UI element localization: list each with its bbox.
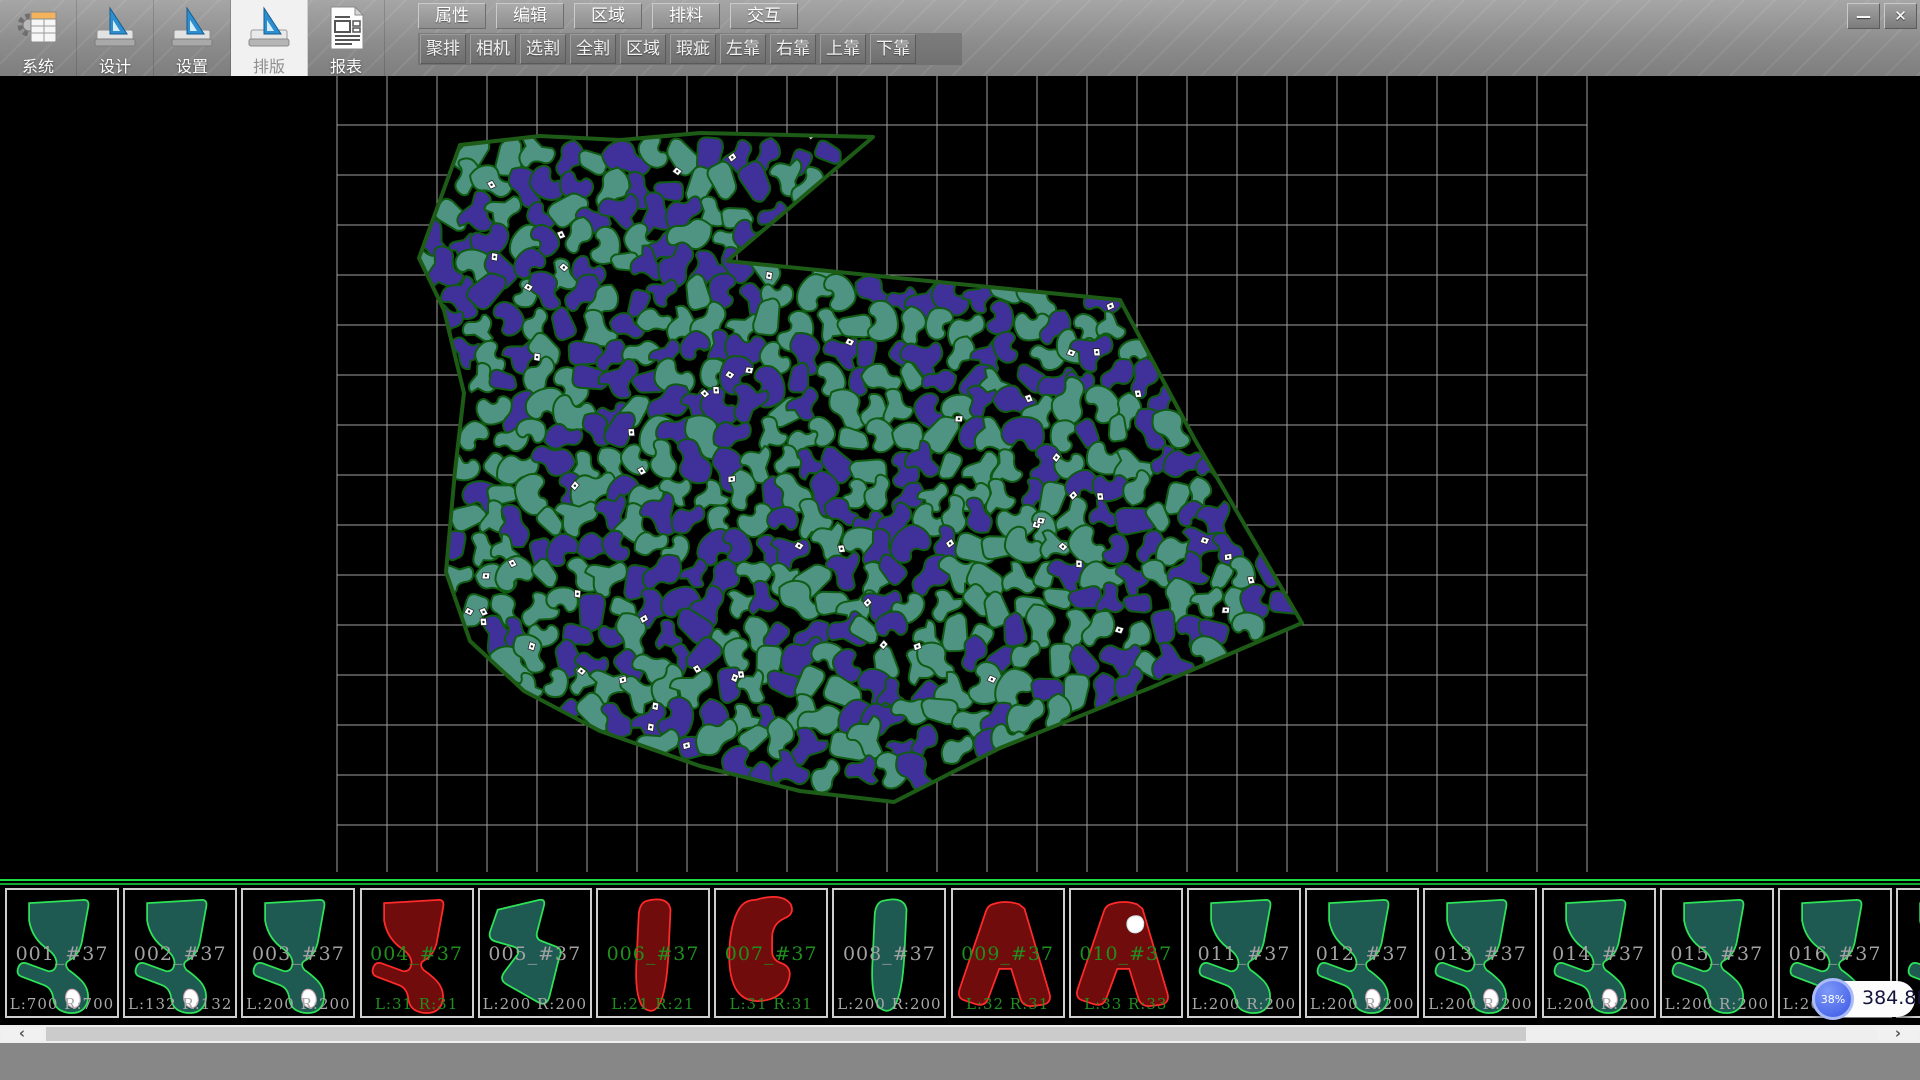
part-label: 002_#37 [125,943,235,965]
nesting-canvas[interactable] [0,76,1920,879]
nesting-ruler-icon [245,3,293,53]
report-doc-icon [322,3,370,53]
launcher-button-5[interactable]: 报表 [308,0,385,76]
part-lr-count: L:200 R:200 [243,995,353,1013]
tool-button-7[interactable]: 左靠 [720,34,766,64]
memory-status-badge: 38% 384.8M [1812,981,1915,1017]
close-button[interactable]: ✕ [1884,3,1917,29]
parts-tray: 001_#37 L:700 R:700 002_#37 L:132 R:132 003_… [0,879,1920,1025]
part-label: 011_#37 [1189,943,1299,965]
part-lr-count: L:31 R:31 [716,995,826,1013]
part-tile-14[interactable]: 014_#37 L:200 R:200 [1542,888,1656,1018]
launcher-button-group: 系统 设计 设置 排版 报表 [0,0,385,76]
scroll-right-button[interactable]: › [1877,1027,1919,1041]
progress-circle: 38% [1812,978,1854,1020]
tool-button-2[interactable]: 相机 [470,34,516,64]
nesting-app-window: 系统设计设置排版报表 属性编辑区域排料交互 聚排相机选割全割区域瑕疵左靠右靠上靠… [0,0,1920,1080]
horizontal-scrollbar[interactable]: ‹ › [0,1025,1920,1043]
memory-value: 384.8M [1862,981,1920,1017]
launcher-label: 报表 [330,53,362,77]
part-lr-count: L:132 R:132 [125,995,235,1013]
launcher-button-4[interactable]: 排版 [231,0,308,76]
part-tile-12[interactable]: 012_#37 L:200 R:200 [1305,888,1419,1018]
tool-button-row: 聚排相机选割全割区域瑕疵左靠右靠上靠下靠 [418,33,962,65]
minimize-button[interactable]: — [1847,3,1880,29]
part-label: 009_#37 [953,943,1063,965]
nesting-layout-drawing [0,76,1920,879]
part-label: 012_#37 [1307,943,1417,965]
part-tile-11[interactable]: 011_#37 L:200 R:200 [1187,888,1301,1018]
part-label: 007_#37 [716,943,826,965]
tool-button-9[interactable]: 上靠 [820,34,866,64]
launcher-label: 设计 [99,53,131,77]
menu-tab-3[interactable]: 区域 [574,3,642,29]
part-tile-3[interactable]: 003_#37 L:200 R:200 [241,888,355,1018]
part-label: 006_#37 [598,943,708,965]
part-tile-7[interactable]: 007_#37 L:31 R:31 [714,888,828,1018]
part-lr-count: L:200 R:200 [1307,995,1417,1013]
part-lr-count: L:200 R:200 [1425,995,1535,1013]
menu-tab-row: 属性编辑区域排料交互 [418,3,962,29]
part-lr-count: L:33 R:33 [1071,995,1181,1013]
part-label: 013_#37 [1425,943,1535,965]
part-label: 005_#37 [480,943,590,965]
menu-tab-4[interactable]: 排料 [652,3,720,29]
scroll-left-button[interactable]: ‹ [1,1027,43,1041]
tool-button-3[interactable]: 选割 [520,34,566,64]
part-tile-9[interactable]: 009_#37 L:32 R:31 [951,888,1065,1018]
scrollbar-thumb[interactable] [46,1027,1526,1041]
part-label: 001_#37 [7,943,117,965]
tool-button-5[interactable]: 区域 [620,34,666,64]
menu-tab-5[interactable]: 交互 [730,3,798,29]
part-label: 003_#37 [243,943,353,965]
part-tile-6[interactable]: 006_#37 L:21 R:21 [596,888,710,1018]
part-lr-count: L:200 R:200 [1189,995,1299,1013]
part-tile-8[interactable]: 008_#37 L:200 R:200 [832,888,946,1018]
part-lr-count: L:700 R:700 [7,995,117,1013]
menu-area: 属性编辑区域排料交互 聚排相机选割全割区域瑕疵左靠右靠上靠下靠 [418,0,962,65]
part-tile-2[interactable]: 002_#37 L:132 R:132 [123,888,237,1018]
tool-button-8[interactable]: 右靠 [770,34,816,64]
part-lr-count: L:21 R:21 [598,995,708,1013]
system-gear-icon [14,3,62,53]
part-lr-count: L:32 R:31 [953,995,1063,1013]
part-label: 014_#37 [1544,943,1654,965]
part-tile-5[interactable]: 005_#37 L:200 R:200 [478,888,592,1018]
launcher-label: 设置 [176,53,208,77]
part-label: 016_#37 [1780,943,1890,965]
menu-tab-2[interactable]: 编辑 [496,3,564,29]
launcher-button-2[interactable]: 设计 [77,0,154,76]
menu-tab-1[interactable]: 属性 [418,3,486,29]
tool-button-1[interactable]: 聚排 [420,34,466,64]
tool-button-10[interactable]: 下靠 [870,34,916,64]
launcher-label: 排版 [253,53,285,77]
launcher-button-1[interactable]: 系统 [0,0,77,76]
status-bar [0,1043,1920,1080]
ribbon-toolbar: 系统设计设置排版报表 属性编辑区域排料交互 聚排相机选割全割区域瑕疵左靠右靠上靠… [0,0,1920,76]
part-lr-count: L:200 R:200 [480,995,590,1013]
part-tile-4[interactable]: 004_#37 L:31 R:31 [360,888,474,1018]
part-label: 015_#37 [1662,943,1772,965]
part-label: 008_#37 [834,943,944,965]
part-label: 004_#37 [362,943,472,965]
launcher-button-3[interactable]: 设置 [154,0,231,76]
design-ruler-icon [91,3,139,53]
settings-ruler-icon [168,3,216,53]
tool-button-4[interactable]: 全割 [570,34,616,64]
part-lr-count: L:200 R:200 [1544,995,1654,1013]
window-controls: — ✕ [1847,3,1917,29]
part-tile-15[interactable]: 015_#37 L:200 R:200 [1660,888,1774,1018]
part-tile-10[interactable]: 010_#37 L:33 R:33 [1069,888,1183,1018]
tool-button-6[interactable]: 瑕疵 [670,34,716,64]
part-lr-count: L:200 R:200 [1662,995,1772,1013]
part-tile-1[interactable]: 001_#37 L:700 R:700 [5,888,119,1018]
part-label: 010_#37 [1071,943,1181,965]
part-tile-13[interactable]: 013_#37 L:200 R:200 [1423,888,1537,1018]
part-lr-count: L:31 R:31 [362,995,472,1013]
launcher-label: 系统 [22,53,54,77]
part-lr-count: L:200 R:200 [834,995,944,1013]
